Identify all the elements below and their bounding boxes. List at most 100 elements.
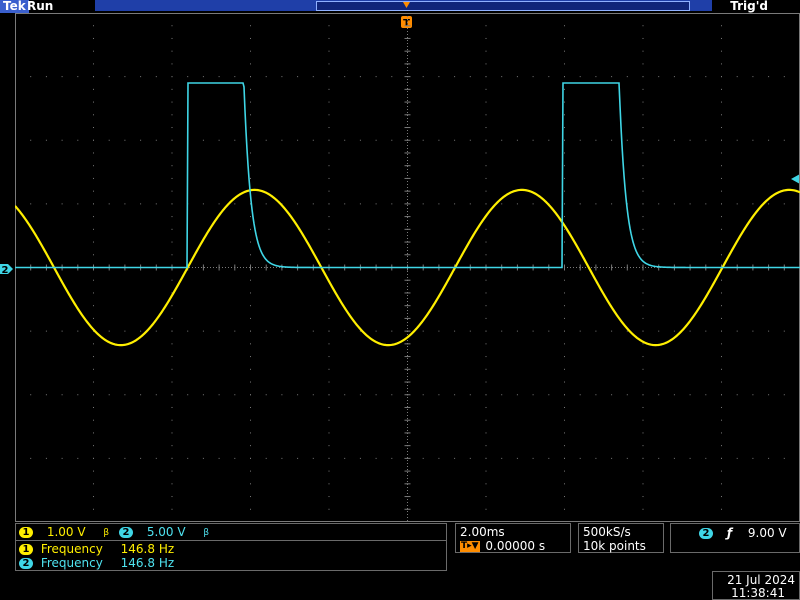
grid-dot (93, 457, 94, 459)
grid-dot (77, 76, 79, 78)
grid-dot (721, 216, 722, 218)
timebase-position[interactable]: 0.00000 s (485, 539, 545, 553)
grid-dot (721, 177, 722, 179)
grid-dot (721, 317, 722, 319)
grid-dot (171, 406, 173, 408)
measurement-row[interactable]: 1 Frequency 146.8 Hz (19, 542, 174, 556)
grid-dot (328, 63, 330, 65)
channel-scale-panel[interactable]: 1 1.00 V β 2 5.00 V β (15, 523, 447, 541)
grid-dot (218, 203, 220, 205)
ch2-bandwidth-limit-icon: β (203, 527, 210, 538)
grid-dot (171, 88, 173, 90)
grid-dot (454, 139, 456, 141)
grid-dot (328, 228, 330, 230)
grid-dot (187, 76, 189, 78)
grid-dot (469, 139, 471, 141)
grid-dot (422, 139, 424, 141)
grid-dot (579, 457, 581, 459)
grid-dot (721, 368, 722, 370)
grid-dot (93, 37, 94, 39)
grid-dot (328, 343, 330, 345)
grid-dot (108, 457, 110, 459)
trigger-panel[interactable]: 2 ƒ 9.00 V (670, 523, 800, 553)
ch2-ground-marker[interactable]: 2 (0, 263, 13, 275)
grid-dot (564, 76, 565, 78)
grid-dot (391, 139, 393, 141)
trigger-level[interactable]: 9.00 V (748, 526, 787, 540)
grid-dot (250, 483, 251, 485)
grid-dot (485, 127, 487, 129)
grid-dot (93, 483, 94, 485)
grid-dot (485, 445, 487, 447)
grid-dot (30, 139, 32, 141)
grid-dot (658, 394, 660, 396)
grid-dot (642, 496, 644, 498)
ch2-scale[interactable]: 5.00 V (147, 525, 186, 539)
grid-dot (171, 241, 173, 243)
grid-dot (642, 114, 644, 116)
grid-dot (438, 394, 440, 396)
grid-dot (30, 394, 32, 396)
grid-dot (469, 203, 471, 205)
grid-dot (391, 76, 393, 78)
grid-dot (642, 356, 644, 358)
grid-dot (564, 330, 565, 332)
grid-dot (359, 139, 361, 141)
grid-dot (564, 203, 565, 205)
grid-dot (642, 37, 644, 39)
grid-dot (721, 127, 722, 129)
grid-dot (171, 13, 173, 14)
grid-dot (658, 76, 660, 78)
grid-dot (548, 139, 550, 141)
measurement-panel[interactable]: 1 Frequency 146.8 Hz 2 Frequency 146.8 H… (15, 541, 447, 571)
grid-dot (673, 203, 675, 205)
waveform-display[interactable] (15, 13, 800, 522)
grid-dot (689, 330, 691, 332)
timebase-scale[interactable]: 2.00ms (460, 525, 505, 539)
grid-dot (642, 63, 644, 65)
record-window[interactable] (316, 1, 690, 11)
grid-dot (93, 419, 94, 421)
ch1-scale[interactable]: 1.00 V (47, 525, 86, 539)
grid-dot (673, 457, 675, 459)
grid-dot (297, 394, 299, 396)
grid-dot (721, 76, 722, 78)
grid-dot (250, 445, 251, 447)
grid-dot (250, 101, 251, 103)
grid-dot (297, 330, 299, 332)
grid-dot (658, 139, 660, 141)
grid-dot (689, 203, 691, 205)
grid-dot (564, 165, 565, 167)
grid-dot (93, 432, 94, 434)
grid-dot (736, 330, 738, 332)
grid-dot (171, 317, 173, 319)
grid-dot (721, 241, 722, 243)
grid-dot (171, 254, 173, 256)
grid-dot (30, 76, 32, 78)
grid-dot (689, 457, 691, 459)
grid-dot (626, 139, 628, 141)
acquisition-panel[interactable]: 500kS/s 10k points (578, 523, 664, 553)
grid-dot (564, 177, 565, 179)
rising-edge-icon: ƒ (726, 526, 733, 540)
grid-dot (202, 76, 204, 78)
grid-dot (501, 394, 503, 396)
grid-dot (171, 37, 173, 39)
grid-dot (328, 127, 330, 129)
grid-dot (140, 457, 142, 459)
grid-dot (281, 457, 283, 459)
grid-dot (15, 76, 16, 78)
measurement-row[interactable]: 2 Frequency 146.8 Hz (19, 556, 174, 570)
grid-dot (626, 394, 628, 396)
grid-dot (485, 114, 487, 116)
grid-dot (328, 445, 330, 447)
grid-dot (642, 343, 644, 345)
timebase-panel[interactable]: 2.00ms T▸▼ 0.00000 s (455, 523, 571, 553)
grid-dot (328, 305, 330, 307)
grid-dot (642, 216, 644, 218)
grid-dot (171, 50, 173, 52)
grid-dot (516, 457, 518, 459)
grid-dot (752, 76, 754, 78)
grid-dot (721, 406, 722, 408)
grid-dot (124, 457, 126, 459)
